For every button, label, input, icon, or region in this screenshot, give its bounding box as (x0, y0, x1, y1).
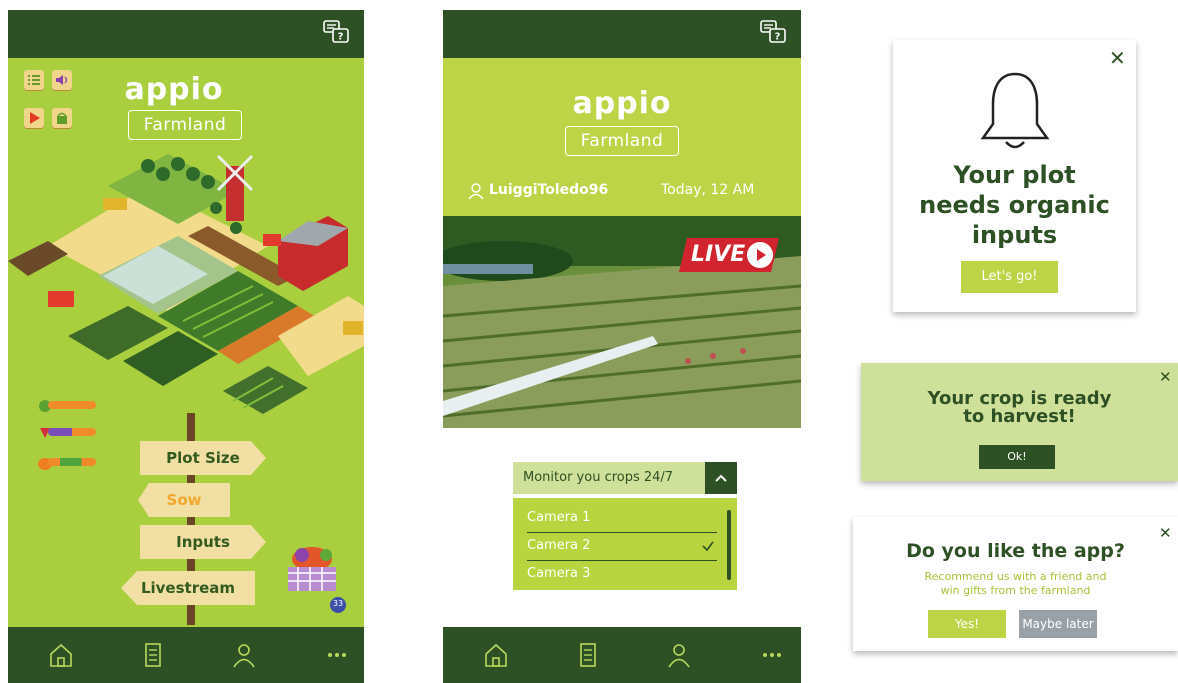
close-icon[interactable]: ✕ (1109, 48, 1126, 68)
basket-button[interactable] (52, 108, 72, 128)
camera-list: Camera 1 Camera 2 Camera 3 (513, 498, 737, 590)
list-scrollbar[interactable] (727, 510, 731, 580)
farmland-subtitle: Farmland (565, 126, 679, 156)
document-icon[interactable] (573, 640, 603, 670)
check-icon (702, 541, 714, 552)
username: LuiggiToledo96 (489, 182, 609, 198)
rate-body-line1: Recommend us with a friend and (924, 570, 1107, 583)
apple-meter (48, 401, 96, 409)
app-logo: appio (572, 86, 672, 121)
close-icon[interactable]: ✕ (1159, 367, 1172, 387)
play-circle-icon (747, 242, 773, 268)
harvest-ready-notification: ✕ Your crop is ready to harvest! Ok! (861, 363, 1178, 481)
bottom-nav (8, 627, 364, 683)
live-label: LIVE (691, 242, 746, 267)
camera-option-1[interactable]: Camera 1 (527, 504, 717, 533)
timestamp: Today, 12 AM (661, 182, 755, 198)
camera-dropdown[interactable]: Monitor you crops 24/7 (513, 462, 735, 494)
organic-title-line3: inputs (971, 221, 1058, 249)
lets-go-button[interactable]: Let's go! (961, 261, 1058, 293)
sow-sign[interactable]: Sow (138, 483, 230, 517)
rate-title: Do you like the app? (906, 540, 1125, 562)
basket-icon (57, 112, 67, 124)
rate-app-notification: ✕ Do you like the app? Recommend us with… (853, 517, 1178, 651)
svg-text:?: ? (338, 32, 344, 43)
camera-option-3[interactable]: Camera 3 (527, 560, 717, 588)
home-icon[interactable] (46, 640, 76, 670)
app-logo: appio (124, 72, 224, 107)
yes-button[interactable]: Yes! (928, 610, 1006, 638)
rate-body-line2: win gifts from the farmland (940, 584, 1091, 597)
help-chat-icon[interactable]: ? (759, 18, 789, 48)
top-bar: ? (8, 10, 364, 58)
maybe-later-button[interactable]: Maybe later (1019, 610, 1097, 638)
user-icon (468, 183, 484, 200)
cart-count-badge: 33 (332, 599, 344, 608)
document-icon[interactable] (138, 640, 168, 670)
strawberry-meter (48, 428, 96, 436)
ok-button[interactable]: Ok! (979, 445, 1055, 469)
livestream-sign[interactable]: Livestream (121, 571, 255, 605)
harvest-title-line2: to harvest! (963, 406, 1076, 427)
home-icon[interactable] (481, 640, 511, 670)
play-button[interactable] (24, 108, 44, 128)
dropdown-toggle-button[interactable] (705, 462, 737, 494)
play-icon (30, 112, 40, 124)
pumpkin-meter (48, 458, 96, 466)
camera-option-2[interactable]: Camera 2 (527, 532, 717, 561)
bell-icon (980, 72, 1050, 149)
dropdown-label: Monitor you crops 24/7 (523, 470, 674, 485)
farm-illustration[interactable] (8, 146, 364, 436)
organic-inputs-notification: ✕ Your plot needs organic inputs Let's g… (893, 40, 1136, 312)
bottom-nav (443, 627, 801, 683)
farmland-subtitle: Farmland (128, 110, 242, 140)
chevron-up-icon (715, 474, 727, 482)
profile-icon[interactable] (229, 640, 259, 670)
profile-icon[interactable] (664, 640, 694, 670)
inputs-sign[interactable]: Inputs (140, 525, 266, 559)
livestream-video[interactable]: LIVE (443, 216, 801, 428)
organic-title-line1: Your plot (953, 161, 1076, 189)
help-chat-icon[interactable]: ? (322, 18, 352, 48)
livestream-screen: ? appio Farmland LuiggiToledo96 Today, 1… (443, 10, 801, 683)
plot-size-sign[interactable]: Plot Size (140, 441, 266, 475)
more-icon[interactable] (322, 640, 352, 670)
farm-home-screen: ? appio Farmland Plot Size Sow Inputs Li… (8, 10, 364, 683)
svg-text:?: ? (775, 32, 781, 43)
top-bar: ? (443, 10, 801, 58)
more-icon[interactable] (757, 640, 787, 670)
organic-title-line2: needs organic (919, 191, 1110, 219)
